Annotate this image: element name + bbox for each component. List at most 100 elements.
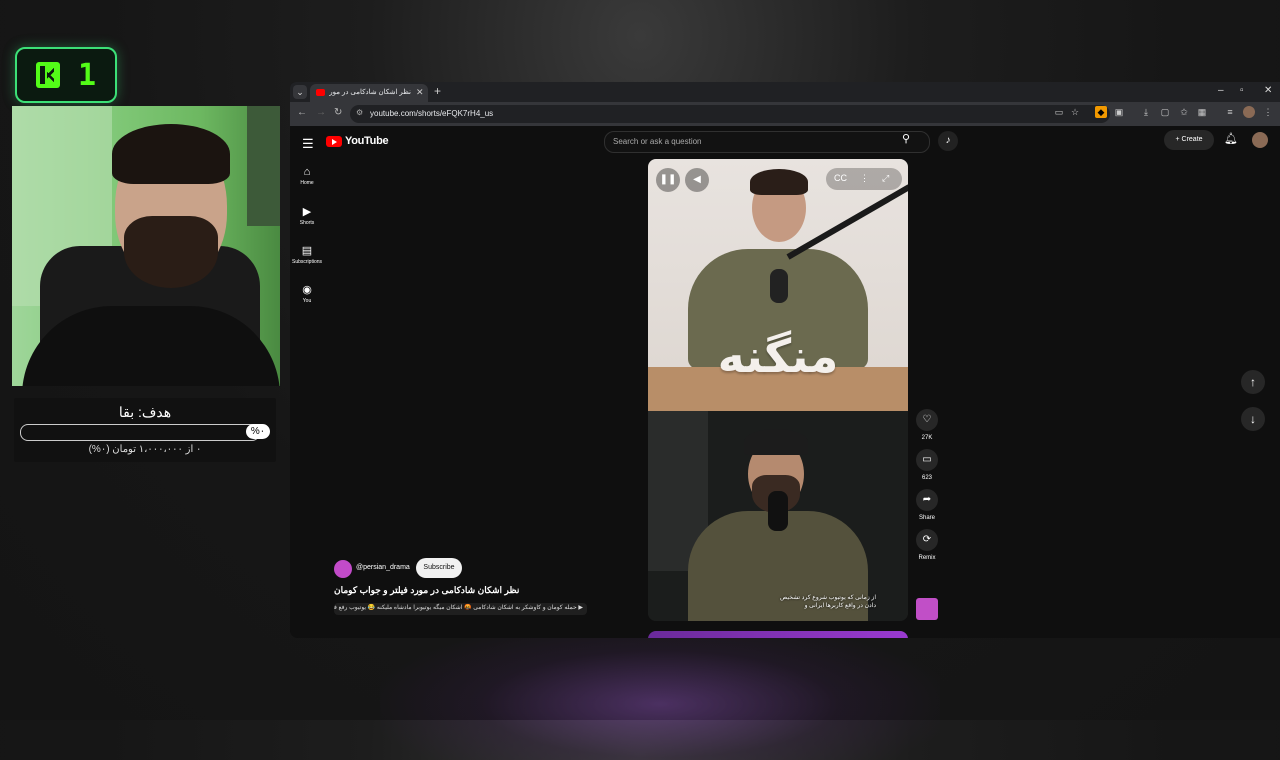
subscribe-button[interactable]: Subscribe	[416, 558, 462, 578]
like-count: 27K	[921, 435, 933, 441]
search-icon[interactable]: ⚲	[902, 132, 910, 145]
close-window-button[interactable]: ✕	[1264, 85, 1272, 96]
address-bar: ← → ↻ ⚙ youtube.com/shorts/eFQK7rH4_us ▭…	[290, 102, 1280, 126]
extensions-puzzle-icon[interactable]: ▣	[1113, 106, 1125, 118]
background-cabinet	[247, 106, 280, 226]
comment-icon[interactable]: ▭	[916, 449, 938, 471]
webcam-feed	[12, 106, 280, 386]
tab-title: نظر اشکان شادکامی در مورد...	[329, 89, 411, 96]
sidebar-icon[interactable]: ≡	[1224, 106, 1236, 118]
subscriptions-icon: ▤	[301, 245, 313, 257]
short-video-player[interactable]: منگنه ❚❚ ◀ CC ⋮ ⤢ از زمانی که یوتیوب شرو…	[648, 159, 908, 621]
tab-bar: ⌄ نظر اشکان شادکامی در مورد... ✕ + – ▫ ✕	[290, 82, 1280, 102]
short-description[interactable]: ▶ حمله کومان و کاوشکر به اشکان شادکامی 🤬…	[334, 603, 587, 615]
new-tab-button[interactable]: +	[434, 84, 441, 98]
previous-short-arrow-icon[interactable]: ↑	[1241, 370, 1265, 394]
url-omnibox[interactable]: ⚙ youtube.com/shorts/eFQK7rH4_us	[350, 105, 1110, 123]
youtube-page: ☰ YouTube Search or ask a question ⚲ ♪ +…	[290, 126, 1280, 638]
search-placeholder: Search or ask a question	[613, 137, 702, 146]
notifications-bell-icon[interactable]: 🔔︎	[1224, 132, 1238, 145]
microphone-icon[interactable]: ♪	[938, 131, 958, 151]
youtube-logo[interactable]: YouTube	[326, 135, 389, 147]
video-top-frame: منگنه	[648, 159, 908, 411]
goal-subtext: ۰ از ۱،۰۰۰،۰۰۰ تومان (۰%)	[88, 444, 202, 455]
minimize-button[interactable]: –	[1218, 85, 1224, 96]
like-action[interactable]: ♡ 27K	[914, 409, 940, 441]
browser-window: ⌄ نظر اشکان شادکامی در مورد... ✕ + – ▫ ✕…	[290, 82, 1280, 638]
podcast-mic	[770, 269, 788, 303]
you-icon: ◉	[302, 284, 312, 296]
sidebar-item-home[interactable]: ⌂ Home	[290, 166, 324, 186]
active-tab[interactable]: نظر اشکان شادکامی در مورد... ✕	[310, 84, 428, 102]
share-label: Share	[918, 515, 935, 521]
channel-name[interactable]: @persian_drama	[356, 564, 410, 571]
captions-icon[interactable]: CC	[834, 173, 847, 183]
shorts-icon: ▶	[302, 206, 312, 218]
show-logo-text: منگنه	[717, 329, 839, 383]
sidebar-item-you[interactable]: ◉ You	[290, 283, 324, 304]
goal-title: هدف: بقا	[118, 404, 172, 420]
youtube-favicon	[316, 89, 325, 96]
short-title[interactable]: نظر اشکان شادکامی در مورد فیلتر و جواب ک…	[334, 585, 554, 596]
streamer-hair	[112, 124, 230, 184]
home-icon: ⌂	[303, 166, 311, 178]
next-short-arrow-icon[interactable]: ↓	[1241, 407, 1265, 431]
forward-button[interactable]: →	[316, 107, 326, 118]
remix-icon[interactable]: ⟳	[916, 529, 938, 551]
site-info-icon[interactable]: ⚙	[356, 108, 363, 117]
url-text: youtube.com/shorts/eFQK7rH4_us	[370, 109, 494, 118]
streamer-beard	[124, 216, 218, 288]
comments-action[interactable]: ▭ 623	[914, 449, 940, 481]
like-icon[interactable]: ♡	[916, 409, 938, 431]
sidebar-item-subscriptions[interactable]: ▤ Subscriptions	[290, 244, 324, 265]
comment-count: 623	[921, 475, 932, 481]
host-mic	[768, 491, 788, 531]
youtube-wordmark: YouTube	[345, 135, 389, 147]
pause-icon[interactable]: ❚❚	[656, 168, 680, 192]
reload-button[interactable]: ↻	[334, 107, 342, 118]
download-icon[interactable]: ⤓	[1140, 106, 1152, 118]
tab-search-button[interactable]: ⌄	[293, 85, 307, 99]
channel-avatar[interactable]	[334, 560, 352, 578]
favorites-icon[interactable]: ✩	[1178, 106, 1190, 118]
browser-menu-icon[interactable]: ⋮	[1262, 106, 1274, 118]
back-button[interactable]: ←	[297, 107, 307, 118]
sidebar-item-shorts[interactable]: ▶ Shorts	[290, 205, 324, 226]
media-icon[interactable]: ▢	[1159, 106, 1171, 118]
collections-icon[interactable]: ▦	[1196, 106, 1208, 118]
fullscreen-icon[interactable]: ⤢	[882, 173, 889, 184]
sidebar-label: Home	[300, 180, 314, 186]
mic-arm	[786, 184, 908, 260]
remix-label: Remix	[918, 555, 936, 561]
bookmark-star-icon[interactable]: ☆	[1069, 106, 1081, 118]
video-subtitle: از زمانی که یوتیوب شروع کرد تشخیص دادن د…	[780, 595, 876, 609]
goal-percent-badge: %۰	[246, 424, 270, 439]
share-icon[interactable]: ➦	[916, 489, 938, 511]
share-action[interactable]: ➦ Share	[914, 489, 940, 521]
host-cap	[744, 429, 808, 455]
account-avatar[interactable]	[1252, 132, 1268, 148]
extension-icon[interactable]: ◆	[1095, 106, 1107, 118]
sidebar-label: You	[302, 298, 312, 304]
remix-action[interactable]: ⟳ Remix	[914, 529, 940, 561]
menu-icon[interactable]: ☰	[302, 136, 314, 152]
youtube-play-icon	[326, 135, 342, 147]
next-short-preview[interactable]	[648, 631, 908, 638]
donation-goal-widget: هدف: بقا %۰ ۰ از ۱،۰۰۰،۰۰۰ تومان (۰%)	[14, 398, 276, 462]
goal-progress-bar	[20, 424, 260, 441]
kick-logo-icon	[35, 62, 60, 88]
tab-close-icon[interactable]: ✕	[416, 87, 424, 98]
maximize-button[interactable]: ▫	[1240, 85, 1244, 96]
create-button[interactable]: + Create	[1164, 130, 1214, 150]
profile-avatar[interactable]	[1243, 106, 1255, 118]
logo-number: 1	[77, 57, 97, 93]
background-glow	[380, 620, 940, 760]
channel-thumbnail[interactable]	[916, 598, 938, 620]
create-label: Create	[1181, 136, 1203, 143]
sidebar-label: Shorts	[299, 220, 315, 226]
cast-icon[interactable]: ▭	[1053, 106, 1065, 118]
volume-icon[interactable]: ◀	[685, 168, 709, 192]
more-options-icon[interactable]: ⋮	[860, 173, 869, 184]
video-controls-right: CC ⋮ ⤢	[826, 168, 902, 190]
search-input[interactable]: Search or ask a question	[604, 131, 930, 153]
